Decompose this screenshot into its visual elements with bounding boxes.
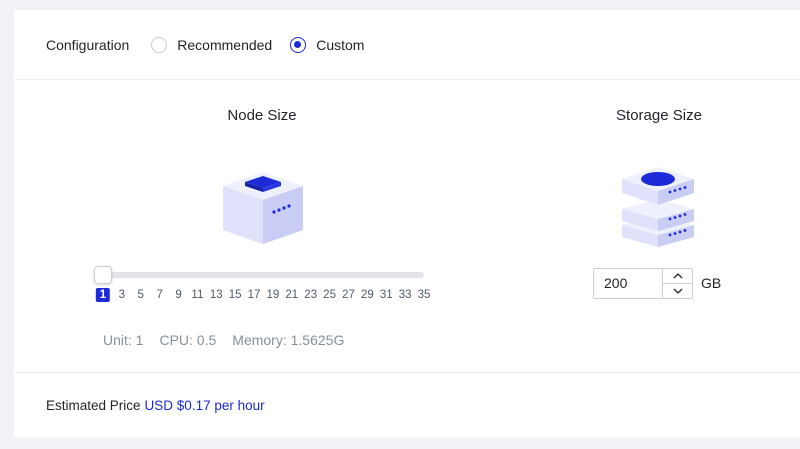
node-specs: Unit: 1 CPU: 0.5 Memory: 1.5625G xyxy=(103,332,360,348)
configuration-label: Configuration xyxy=(46,36,130,53)
slider-tick-19[interactable]: 19 xyxy=(267,289,280,301)
node-size-slider-handle[interactable] xyxy=(94,266,112,284)
storage-size-stepper[interactable] xyxy=(593,268,693,299)
chevron-up-icon xyxy=(673,273,682,279)
slider-tick-27[interactable]: 27 xyxy=(342,289,355,301)
storage-unit-label: GB xyxy=(701,275,722,291)
increment-button[interactable] xyxy=(663,269,692,284)
slider-tick-17[interactable]: 17 xyxy=(248,289,261,301)
radio-custom[interactable]: Custom xyxy=(290,36,364,53)
chevron-down-icon xyxy=(673,288,682,294)
slider-tick-5[interactable]: 5 xyxy=(138,289,144,301)
cpu-spec: CPU: 0.5 xyxy=(159,332,217,348)
radio-recommended[interactable]: Recommended xyxy=(151,36,272,53)
slider-tick-33[interactable]: 33 xyxy=(399,289,412,301)
slider-tick-11[interactable]: 11 xyxy=(191,289,203,301)
unit-spec: Unit: 1 xyxy=(103,332,144,348)
slider-tick-13[interactable]: 13 xyxy=(210,289,223,301)
radio-recommended-label[interactable]: Recommended xyxy=(177,37,272,53)
storage-stack-icon xyxy=(622,167,694,247)
slider-tick-21[interactable]: 21 xyxy=(285,289,298,301)
estimated-price-label: Estimated Price xyxy=(46,397,141,413)
slider-tick-9[interactable]: 9 xyxy=(175,289,181,301)
memory-spec: Memory: 1.5625G xyxy=(232,332,345,348)
node-size-slider-track[interactable] xyxy=(96,272,424,278)
storage-size-input[interactable] xyxy=(594,269,662,298)
slider-tick-29[interactable]: 29 xyxy=(361,289,374,301)
slider-tick-25[interactable]: 25 xyxy=(323,289,336,301)
slider-tick-3[interactable]: 3 xyxy=(119,289,125,301)
slider-tick-23[interactable]: 23 xyxy=(304,289,317,301)
radio-custom-label[interactable]: Custom xyxy=(316,37,364,53)
radio-custom-circle[interactable] xyxy=(290,36,307,53)
configuration-row: Configuration Recommended Custom xyxy=(14,10,800,80)
slider-tick-15[interactable]: 15 xyxy=(229,289,242,301)
configuration-panel: Configuration Recommended Custom Node Si… xyxy=(14,10,800,437)
slider-tick-1[interactable]: 1 xyxy=(95,288,111,302)
decrement-button[interactable] xyxy=(663,284,692,298)
price-row: Estimated Price USD $0.17 per hour xyxy=(14,372,800,437)
node-size-title: Node Size xyxy=(227,107,297,124)
slider-tick-35[interactable]: 35 xyxy=(418,289,431,301)
estimated-price-value: USD $0.17 per hour xyxy=(144,397,265,413)
slider-tick-31[interactable]: 31 xyxy=(380,289,393,301)
radio-recommended-circle[interactable] xyxy=(151,36,168,53)
storage-size-title: Storage Size xyxy=(616,107,702,124)
node-cube-icon xyxy=(223,172,303,244)
stepper-buttons xyxy=(662,269,692,298)
slider-tick-7[interactable]: 7 xyxy=(156,289,162,301)
